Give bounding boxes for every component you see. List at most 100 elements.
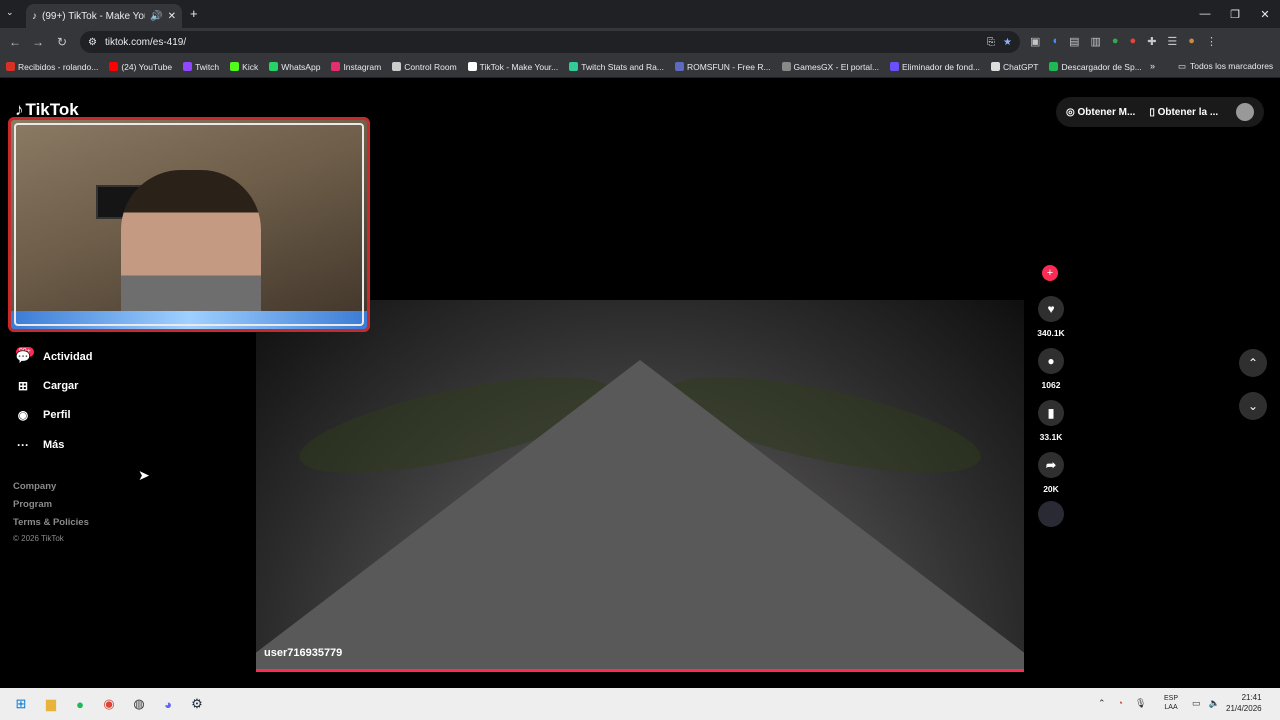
extension-icon[interactable]: ▣ bbox=[1030, 35, 1040, 48]
close-window-button[interactable]: ✕ bbox=[1250, 0, 1280, 28]
reading-list-icon[interactable]: ☰ bbox=[1167, 35, 1177, 48]
previous-video-button[interactable]: ⌃ bbox=[1239, 349, 1267, 377]
user-avatar[interactable] bbox=[1236, 103, 1254, 121]
bookmark-label: Kick bbox=[242, 61, 259, 72]
button-label: Obtener M... bbox=[1077, 106, 1136, 118]
menu-kebab-icon[interactable]: ⋮ bbox=[1206, 35, 1217, 48]
bookmark-item[interactable]: WhatsApp bbox=[269, 62, 320, 72]
nav-label: Más bbox=[43, 439, 65, 451]
bookmark-item[interactable]: Eliminador de fond... bbox=[890, 62, 980, 72]
address-bar[interactable]: ⚙ tiktok.com/es-419/ ⎘ ★ bbox=[80, 31, 1020, 53]
twitchtracker-icon bbox=[569, 62, 579, 71]
bookmarks-bar: Recibidos - rolando... (24) YouTube Twitch… bbox=[0, 56, 1280, 78]
bookmark-item[interactable]: Kick bbox=[230, 62, 258, 72]
bookmark-label: ChatGPT bbox=[1003, 61, 1039, 72]
footer-company[interactable]: Company bbox=[13, 481, 56, 492]
video-username[interactable]: user716935779 bbox=[264, 647, 342, 659]
volume-icon[interactable]: 🔈 bbox=[1209, 698, 1220, 709]
discord-icon[interactable]: ◕ bbox=[157, 693, 179, 715]
nav-perfil[interactable]: ◉ Perfil bbox=[15, 407, 71, 423]
all-bookmarks-label: Todos los marcadores bbox=[1190, 61, 1274, 71]
next-video-button[interactable]: ⌄ bbox=[1239, 392, 1267, 420]
video-player[interactable] bbox=[256, 300, 1024, 672]
microphone-icon[interactable]: 🎙 bbox=[1135, 698, 1146, 709]
like-count: 340.1K bbox=[1037, 328, 1065, 338]
kick-icon bbox=[230, 62, 240, 71]
steam-icon[interactable]: ⚙ bbox=[186, 693, 208, 715]
browser-tab[interactable]: ♪ (99+) TikTok - Make Your D... 🔊 ✕ bbox=[26, 4, 182, 28]
control-room-icon bbox=[392, 62, 402, 71]
bookmark-label: Eliminador de fond... bbox=[902, 61, 981, 72]
whatsapp-icon bbox=[269, 62, 279, 71]
tiktok-icon bbox=[467, 62, 477, 71]
audio-icon[interactable]: 🔊 bbox=[150, 11, 162, 22]
comment-action[interactable]: ● 1062 bbox=[1036, 348, 1066, 390]
new-tab-button[interactable]: + bbox=[190, 6, 198, 21]
forward-icon[interactable]: → bbox=[27, 31, 49, 53]
bookmark-item[interactable]: Recibidos - rolando... bbox=[6, 62, 98, 72]
more-dots-icon: ··· bbox=[17, 438, 29, 452]
back-icon[interactable]: ← bbox=[4, 31, 26, 53]
bookmark-item[interactable]: Twitch bbox=[183, 62, 219, 72]
minimize-button[interactable]: — bbox=[1190, 0, 1220, 28]
video-progress-bar[interactable] bbox=[256, 669, 1024, 672]
maximize-button[interactable]: ❐ bbox=[1220, 0, 1250, 28]
network-icon[interactable]: ▭ bbox=[1192, 698, 1201, 709]
puzzle-icon[interactable]: ✚ bbox=[1147, 35, 1156, 48]
like-action[interactable]: ♥ 340.1K bbox=[1036, 296, 1066, 338]
spotify-icon[interactable]: ● bbox=[69, 693, 91, 715]
extension-icon[interactable]: ● bbox=[1130, 35, 1137, 48]
install-app-icon[interactable]: ⎘ bbox=[987, 37, 995, 48]
bookmark-item[interactable]: ROMSFUN - Free R... bbox=[674, 62, 771, 72]
extension-icon[interactable]: ◖ bbox=[1051, 35, 1058, 48]
extension-icon[interactable]: ▤ bbox=[1069, 35, 1079, 48]
button-label: Obtener la ... bbox=[1157, 106, 1219, 118]
windows-start-icon[interactable]: ⊞ bbox=[10, 693, 32, 715]
bookmark-label: GamesGX - El portal... bbox=[793, 61, 880, 72]
bookmark-item[interactable]: Twitch Stats and Ra... bbox=[569, 62, 664, 72]
gmail-icon bbox=[6, 62, 15, 71]
footer-terms[interactable]: Terms & Policies bbox=[13, 517, 89, 528]
get-coins-button[interactable]: ◎ Obtener M... bbox=[1066, 107, 1135, 118]
extension-icon[interactable]: ● bbox=[1112, 35, 1119, 48]
nav-actividad[interactable]: 💬 Actividad bbox=[15, 349, 93, 365]
reload-icon[interactable]: ↻ bbox=[51, 31, 73, 53]
bookmark-item[interactable]: ChatGPT bbox=[991, 62, 1038, 72]
bookmark-item[interactable]: Descargador de Sp... bbox=[1049, 62, 1142, 72]
bookmark-label: Control Room bbox=[404, 61, 457, 72]
footer-program[interactable]: Program bbox=[13, 499, 52, 510]
bookmark-star-icon[interactable]: ★ bbox=[1003, 37, 1012, 48]
top-actions-bar: ◎ Obtener M... ▯ Obtener la ... bbox=[1056, 97, 1264, 127]
bookmark-item[interactable]: TikTok - Make Your... bbox=[467, 62, 558, 72]
security-icon[interactable]: ◔ bbox=[1118, 698, 1123, 709]
language-indicator[interactable]: ESP LAA bbox=[1164, 694, 1178, 712]
all-bookmarks[interactable]: ▭ Todos los marcadores bbox=[1178, 61, 1273, 72]
tray-expand-icon[interactable]: ⌃ bbox=[1098, 698, 1106, 709]
nav-cargar[interactable]: ⊞ Cargar bbox=[15, 378, 79, 394]
share-icon: ➦ bbox=[1038, 452, 1064, 478]
chrome-icon[interactable]: ◉ bbox=[98, 693, 120, 715]
site-info-icon[interactable]: ⚙ bbox=[88, 37, 97, 48]
obs-icon[interactable]: ◍ bbox=[128, 693, 150, 715]
more-bookmarks-icon[interactable]: » bbox=[1150, 61, 1155, 71]
bookmark-item[interactable]: (24) YouTube bbox=[109, 62, 172, 72]
lang-code: ESP bbox=[1164, 695, 1179, 702]
extension-icon[interactable]: ▥ bbox=[1090, 35, 1100, 48]
share-action[interactable]: ➦ 20K bbox=[1036, 452, 1066, 494]
gamesgx-icon bbox=[781, 62, 791, 71]
close-tab-icon[interactable]: ✕ bbox=[168, 11, 176, 22]
profile-avatar-icon[interactable]: ● bbox=[1188, 35, 1195, 48]
follow-plus-icon[interactable]: + bbox=[1042, 265, 1058, 281]
bookmark-label: (24) YouTube bbox=[121, 61, 173, 72]
save-action[interactable]: ▮ 33.1K bbox=[1036, 400, 1066, 442]
nav-mas[interactable]: ··· Más bbox=[15, 437, 64, 453]
file-explorer-icon[interactable]: ▆ bbox=[40, 693, 62, 715]
bookmark-item[interactable]: GamesGX - El portal... bbox=[781, 61, 880, 72]
system-clock[interactable]: 21:41 21/4/2026 bbox=[1226, 692, 1262, 714]
extensions-area: ▣ ◖ ▤ ▥ ● ● ✚ ☰ ● ⋮ bbox=[1030, 35, 1217, 48]
music-disc-icon[interactable] bbox=[1038, 501, 1064, 527]
bookmark-item[interactable]: Instagram bbox=[331, 62, 381, 72]
bookmark-item[interactable]: Control Room bbox=[392, 61, 457, 72]
get-app-button[interactable]: ▯ Obtener la ... bbox=[1149, 107, 1218, 118]
tab-search-icon[interactable]: ⌄ bbox=[6, 7, 14, 18]
